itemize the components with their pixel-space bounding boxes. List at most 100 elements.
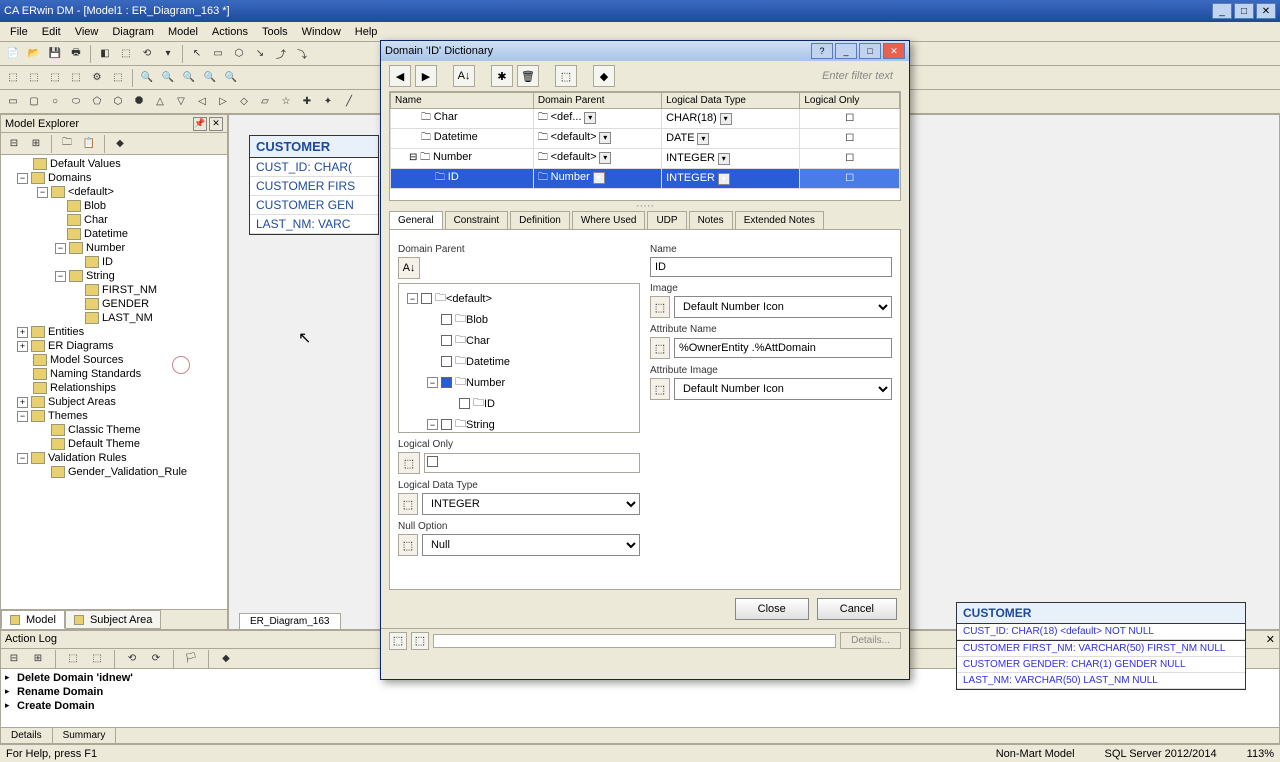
tree-item[interactable]: −Number: [3, 241, 225, 255]
inherit-icon[interactable]: ⬚: [398, 534, 418, 556]
tool-icon[interactable]: 🏳: [182, 650, 200, 668]
tree-item[interactable]: +ER Diagrams: [3, 339, 225, 353]
tool-icon[interactable]: ⬚: [4, 69, 22, 87]
save-icon[interactable]: 💾: [46, 45, 64, 63]
menu-file[interactable]: File: [4, 24, 34, 40]
tool-icon[interactable]: ◆: [111, 135, 129, 153]
zoom-fit-icon[interactable]: 🔍: [180, 69, 198, 87]
shape-rrect-icon[interactable]: ▢: [25, 93, 43, 111]
tree-item[interactable]: Char: [3, 213, 225, 227]
tab-definition[interactable]: Definition: [510, 211, 570, 229]
shape-hexagon-icon[interactable]: ⬡: [109, 93, 127, 111]
menu-tools[interactable]: Tools: [256, 24, 294, 40]
menu-view[interactable]: View: [69, 24, 105, 40]
col-parent[interactable]: Domain Parent: [533, 93, 661, 109]
close-icon[interactable]: ✕: [883, 43, 905, 59]
grid-row-selected[interactable]: 🗀 ID🗀 Number ▾INTEGER ▾☐: [391, 169, 900, 189]
tool-icon[interactable]: ⬚: [46, 69, 64, 87]
tool-icon[interactable]: ↘: [251, 45, 269, 63]
shape-tri-icon[interactable]: ◁: [193, 93, 211, 111]
tree-item[interactable]: FIRST_NM: [3, 283, 225, 297]
name-input[interactable]: [650, 257, 892, 277]
tab-details[interactable]: Details: [1, 728, 53, 743]
tool-icon[interactable]: ⬚: [64, 650, 82, 668]
menu-window[interactable]: Window: [296, 24, 347, 40]
entity-customer[interactable]: CUSTOMER CUST_ID: CHAR( CUSTOMER FIRS CU…: [249, 135, 379, 235]
menu-edit[interactable]: Edit: [36, 24, 67, 40]
close-button[interactable]: Close: [735, 598, 809, 620]
new-icon[interactable]: 📄: [4, 45, 22, 63]
zoom-in-icon[interactable]: 🔍: [138, 69, 156, 87]
logical-datatype-select[interactable]: INTEGER: [422, 493, 640, 515]
tree-item[interactable]: Default Theme: [3, 437, 225, 451]
tree-item[interactable]: −Domains: [3, 171, 225, 185]
details-button[interactable]: Details...: [840, 632, 901, 649]
tree-item[interactable]: GENDER: [3, 297, 225, 311]
tree-item[interactable]: Datetime: [3, 227, 225, 241]
menu-model[interactable]: Model: [162, 24, 204, 40]
null-option-select[interactable]: Null: [422, 534, 640, 556]
tool-icon[interactable]: ⚙: [88, 69, 106, 87]
zoom-out-icon[interactable]: 🔍: [159, 69, 177, 87]
inherit-icon[interactable]: ⬚: [398, 452, 420, 474]
inherit-icon[interactable]: ⬚: [398, 493, 418, 515]
actionlog-item[interactable]: Create Domain: [3, 699, 1277, 713]
tool-icon[interactable]: ⬡: [230, 45, 248, 63]
tab-subjectarea[interactable]: Subject Area: [65, 610, 161, 629]
tab-constraint[interactable]: Constraint: [445, 211, 509, 229]
shape-tri-icon[interactable]: ▽: [172, 93, 190, 111]
tool-icon[interactable]: ⟲: [123, 650, 141, 668]
grid-row[interactable]: 🗀 Datetime🗀 <default> ▾DATE ▾☐: [391, 129, 900, 149]
domain-parent-tree[interactable]: −🗀 <default> 🗀 Blob 🗀 Char 🗀 Datetime −🗀…: [398, 283, 640, 433]
tool-icon[interactable]: ⬚: [117, 45, 135, 63]
minimize-icon[interactable]: _: [1212, 3, 1232, 19]
cancel-button[interactable]: Cancel: [817, 598, 897, 620]
tree-item[interactable]: +Subject Areas: [3, 395, 225, 409]
new-icon[interactable]: ✱: [491, 65, 513, 87]
tool-icon[interactable]: ⤴: [272, 45, 290, 63]
tab-notes[interactable]: Notes: [689, 211, 733, 229]
shape-circle-icon[interactable]: ○: [46, 93, 64, 111]
shape-tri-icon[interactable]: △: [151, 93, 169, 111]
tool-icon[interactable]: ⬚: [389, 632, 407, 650]
tool-icon[interactable]: ⊞: [29, 650, 47, 668]
tool-icon[interactable]: ⟳: [147, 650, 165, 668]
col-name[interactable]: Name: [391, 93, 534, 109]
close-icon[interactable]: ✕: [1256, 3, 1276, 19]
image-select[interactable]: Default Number Icon: [674, 296, 892, 318]
shape-diamond-icon[interactable]: ◇: [235, 93, 253, 111]
inherit-icon[interactable]: ⬚: [650, 378, 670, 400]
tool-icon[interactable]: ⬚: [555, 65, 577, 87]
shape-ellipse-icon[interactable]: ⬭: [67, 93, 85, 111]
entity-icon[interactable]: ▭: [209, 45, 227, 63]
tool-icon[interactable]: ◧: [96, 45, 114, 63]
menu-diagram[interactable]: Diagram: [106, 24, 160, 40]
tree-item[interactable]: Gender_Validation_Rule: [3, 465, 225, 479]
shape-octagon-icon[interactable]: ⯃: [130, 93, 148, 111]
tool-icon[interactable]: ⟲: [138, 45, 156, 63]
tree-item[interactable]: −<default>: [3, 185, 225, 199]
shape-pentagon-icon[interactable]: ⬠: [88, 93, 106, 111]
canvas-tab[interactable]: ER_Diagram_163: [239, 613, 341, 629]
grid-row[interactable]: ⊟ 🗀 Number🗀 <default> ▾INTEGER ▾☐: [391, 149, 900, 169]
shape-burst-icon[interactable]: ✦: [319, 93, 337, 111]
prev-icon[interactable]: ◀: [389, 65, 411, 87]
tool-icon[interactable]: ⬚: [25, 69, 43, 87]
tool-icon[interactable]: 📋: [80, 135, 98, 153]
tree-item[interactable]: Blob: [3, 199, 225, 213]
tool-icon[interactable]: ▾: [159, 45, 177, 63]
attr-name-input[interactable]: [674, 338, 892, 358]
col-type[interactable]: Logical Data Type: [662, 93, 800, 109]
tree-item[interactable]: Naming Standards: [3, 367, 225, 381]
pointer-icon[interactable]: ↖: [188, 45, 206, 63]
attr-image-select[interactable]: Default Number Icon: [674, 378, 892, 400]
col-only[interactable]: Logical Only: [800, 93, 900, 109]
tool-icon[interactable]: ◆: [217, 650, 235, 668]
help-icon[interactable]: ?: [811, 43, 833, 59]
filter-input[interactable]: Enter filter text: [619, 70, 901, 82]
menu-actions[interactable]: Actions: [206, 24, 254, 40]
inherit-icon[interactable]: ⬚: [650, 296, 670, 318]
close-icon[interactable]: ✕: [209, 117, 223, 131]
menu-help[interactable]: Help: [349, 24, 384, 40]
tree-item[interactable]: ID: [3, 255, 225, 269]
